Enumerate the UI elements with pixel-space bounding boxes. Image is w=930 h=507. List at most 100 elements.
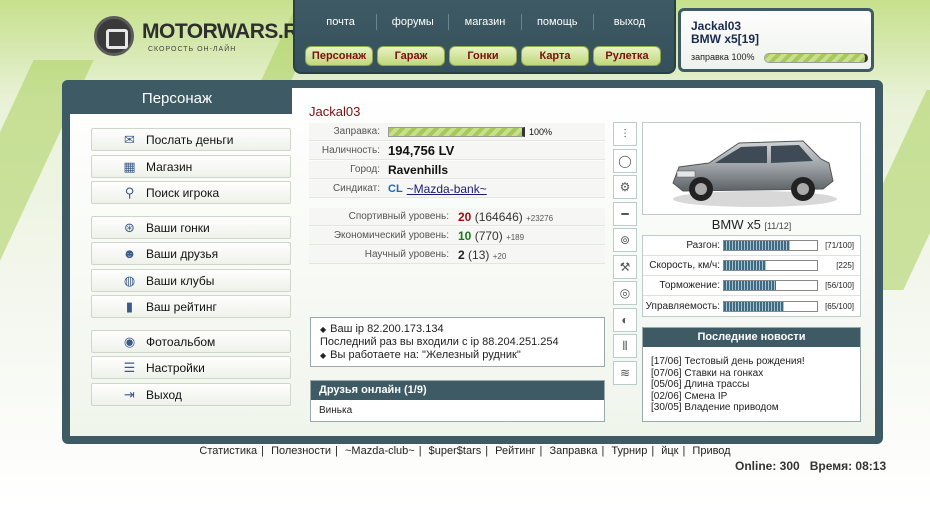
top-navigation: почта форумы магазин помощь выход Персон… [293,0,676,74]
level-points: (164646) [474,210,523,224]
sidebar-title: Персонаж [62,80,292,114]
sidebar-item-label: Настройки [146,361,205,375]
suspension-icon[interactable]: ⫴ [613,334,637,358]
rim-icon[interactable]: ⊚ [613,228,637,252]
tire-icon[interactable]: ◯ [613,148,637,173]
fuel-row-label: Заправка: [333,126,380,137]
turbo-icon[interactable]: ◎ [613,281,637,305]
sidebar-item-exit[interactable]: ⇥ Выход [91,382,291,406]
nav-button-roulette[interactable]: Рулетка [593,46,661,66]
ip-work: ◆ Вы работаете на: "Железный рудник" [320,349,521,361]
sidebar-item-label: Ваши клубы [146,273,215,288]
news-item[interactable]: [02/06] Смена IP [651,391,852,403]
friends-icon: ☻ [122,246,137,261]
news-item[interactable]: [05/06] Длина трассы [651,379,852,391]
fuel-percent: 100% [529,126,553,137]
syndicate-row: Синдикат: CL ~Mazda-bank~ [309,180,605,198]
bullet-icon: ◆ [320,325,327,334]
level-row-science: Научный уровень: 2 (13) +20 [309,246,605,264]
cash-label: Наличность: [321,145,380,156]
logo-mark-icon [94,16,134,56]
sidebar-item-player-search[interactable]: ⚲ Поиск игрока [91,181,291,204]
footer-link[interactable]: ~Mazda-club~ [345,445,415,457]
sidebar-item-my-races[interactable]: ⊛ Ваши гонки [91,215,291,239]
gearbox-icon[interactable]: ⚒ [613,254,637,279]
fuel-progress-bar [388,126,525,137]
footer-link[interactable]: Заправка [549,445,597,457]
cash-row: Наличность: 194,756 LV [309,142,605,160]
car-slots: [11/12] [764,221,792,231]
footer-link[interactable]: Турнир [611,445,647,457]
latest-news-panel: Последние новости [17/06] Тестовый день … [642,327,861,422]
stat-value: [71/100] [825,241,854,250]
nav-link-help[interactable]: помощь [522,14,594,30]
level-points: (770) [474,229,503,243]
shock-absorber-icon[interactable]: ⫶ [613,122,637,146]
sidebar-item-label: Выход [146,387,182,402]
fuel-label: заправка 100% [691,52,755,62]
news-item[interactable]: [07/06] Ставки на гонках [651,368,852,380]
sidebar-item-settings[interactable]: ☰ Настройки [91,356,291,379]
nav-link-mail[interactable]: почта [305,14,378,30]
nav-link-shop[interactable]: магазин [449,14,522,30]
shop-icon: ▦ [123,158,136,174]
ip-info-box: ◆ Ваш ip 82.200.173.134 Последний раз вы … [310,317,605,367]
bullet-icon: ◆ [320,351,327,360]
syndicate-link[interactable]: ~Mazda-bank~ [407,180,487,198]
news-item[interactable]: [30/05] Владение приводом [651,402,852,414]
sidebar-item-label: Ваш рейтинг [146,300,217,314]
sidebar-item-shop[interactable]: ▦ Магазин [91,154,291,178]
nav-button-garage[interactable]: Гараж [377,46,445,66]
spring-icon[interactable]: ≋ [613,360,637,385]
footer-link[interactable]: йцк [661,445,678,457]
sidebar-item-label: Фотоальбом [146,334,216,349]
level-value: 20 [458,210,472,224]
footer-link[interactable]: Статистика [199,445,257,457]
globe-icon: ◍ [123,272,136,288]
brake-icon[interactable]: ◐ [613,307,637,332]
syndicate-label: Синдикат: [332,183,380,194]
cash-value: 194,756 LV [388,142,455,158]
stat-value: [225] [836,261,854,270]
car-name: BMW x5 [11/12] [642,217,861,232]
nav-button-races[interactable]: Гонки [449,46,517,66]
latest-news-title: Последние новости [643,328,860,347]
sidebar-item-photo-album[interactable]: ◉ Фотоальбом [91,329,291,353]
footer-link[interactable]: Привод [692,445,730,457]
friend-link[interactable]: Винька [311,400,604,421]
level-gain: +189 [506,233,525,242]
nav-button-map[interactable]: Карта [521,46,589,66]
money-icon: ✉ [124,132,135,147]
car-image[interactable] [642,122,861,215]
stat-bar [723,260,818,271]
engine-icon[interactable]: ⚙ [613,175,637,199]
level-row-sport: Спортивный уровень: 20 (164646) +23276 [309,208,605,226]
site-logo[interactable]: MOTORWARS.RU СКОРОСТЬ ОН-ЛАЙН [94,14,313,60]
logo-title: MOTORWARS.RU [142,20,313,43]
exhaust-icon[interactable]: ━ [613,201,637,226]
news-item[interactable]: [17/06] Тестовый день рождения! [651,356,852,368]
character-name: Jackal03 [309,104,361,119]
sidebar-item-my-rating[interactable]: ▮ Ваш рейтинг [91,295,291,318]
fuel-row: Заправка: 100% [309,123,605,141]
nav-link-logout[interactable]: выход [594,14,665,30]
nav-link-forums[interactable]: форумы [377,14,450,30]
user-box: Jackal03 BMW x5[19] заправка 100% [678,8,874,72]
fuel-bar [764,53,868,63]
stat-bar [723,240,818,251]
ip-current: ◆ Ваш ip 82.200.173.134 [320,323,444,335]
nav-button-character[interactable]: Персонаж [305,46,373,66]
stat-braking: Торможение: [56/100] [643,276,860,296]
sidebar-item-label: Послать деньги [146,133,234,147]
sidebar-item-my-clubs[interactable]: ◍ Ваши клубы [91,268,291,292]
footer-link[interactable]: Полезности [271,445,331,457]
footer-link[interactable]: $uper$tars [429,445,482,457]
footer-link[interactable]: Рейтинг [495,445,535,457]
user-name[interactable]: Jackal03 [691,19,741,33]
stat-value: [65/100] [825,301,854,311]
sidebar-item-send-money[interactable]: ✉ Послать деньги [91,128,291,151]
levels: Спортивный уровень: 20 (164646) +23276 Э… [309,208,605,265]
sidebar-item-label: Магазин [146,159,193,174]
sidebar-item-my-friends[interactable]: ☻ Ваши друзья [91,242,291,265]
stat-value: [56/100] [825,281,854,290]
